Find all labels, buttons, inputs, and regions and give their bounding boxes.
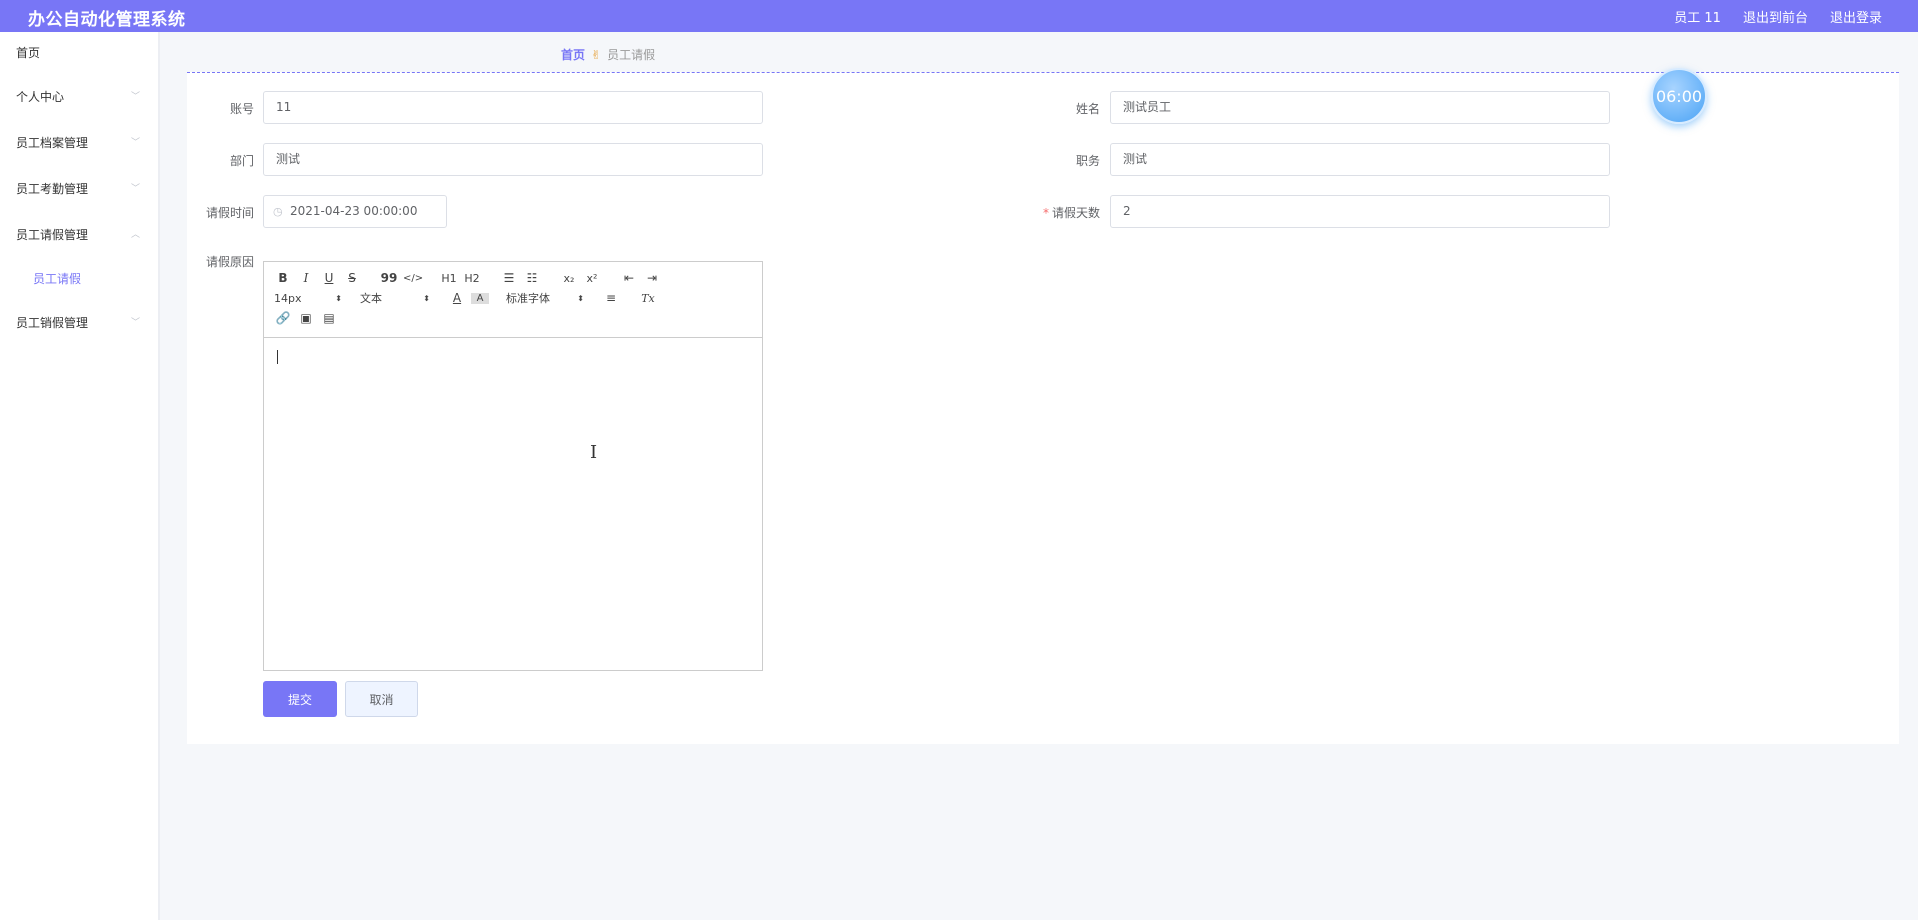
blockquote-button[interactable]: 99 — [380, 271, 398, 285]
sidebar: 首页 个人中心 ﹀ 员工档案管理 ﹀ 员工考勤管理 ﹀ 员工请假管理 ︿ 员工请… — [0, 32, 160, 920]
sidebar-item-label: 员工请假 — [33, 272, 82, 286]
text-cursor-icon: I — [590, 442, 598, 463]
hand-icon: ✌ — [591, 47, 602, 62]
bold-button[interactable]: B — [274, 271, 292, 285]
font-family-select[interactable]: 标准字体 ⬍ — [506, 290, 584, 306]
sidebar-item-home[interactable]: 首页 — [0, 32, 158, 74]
app-title: 办公自动化管理系统 — [28, 10, 186, 30]
chevron-down-icon: ﹀ — [130, 184, 140, 194]
sidebar-item-label: 员工考勤管理 — [16, 182, 89, 196]
sidebar-item-label: 员工档案管理 — [16, 136, 89, 150]
sidebar-item-label: 个人中心 — [16, 90, 65, 104]
header-select-value: 文本 — [360, 292, 382, 305]
rich-text-editor: B I U S 99 </> H1 H2 ☰ ☷ x₂ x² ⇤ ⇥ 14px … — [263, 261, 763, 671]
breadcrumb: 首页 ✌ 员工请假 — [561, 46, 655, 63]
underline-button[interactable]: U — [320, 271, 338, 285]
superscript-button[interactable]: x² — [583, 272, 601, 285]
account-label: 账号 — [229, 102, 254, 116]
editor-toolbar: B I U S 99 </> H1 H2 ☰ ☷ x₂ x² ⇤ ⇥ 14px … — [264, 262, 762, 338]
bullet-list-icon[interactable]: ☷ — [523, 271, 541, 285]
leave-time-value: 2021-04-23 00:00:00 — [290, 204, 418, 218]
ordered-list-icon[interactable]: ☰ — [500, 271, 518, 285]
font-family-value: 标准字体 — [506, 292, 550, 305]
position-field[interactable]: 测试 — [1110, 143, 1610, 176]
department-field[interactable]: 测试 — [263, 143, 763, 176]
countdown-timer[interactable]: 06:00 — [1651, 68, 1707, 124]
select-arrows-icon: ⬍ — [335, 293, 342, 303]
clean-format-button[interactable]: Tx — [639, 292, 657, 305]
image-icon[interactable]: ▣ — [297, 311, 315, 325]
sidebar-item-attendance[interactable]: 员工考勤管理 ﹀ — [0, 166, 158, 212]
required-mark: * — [1042, 206, 1049, 220]
user-label[interactable]: 员工 11 — [1674, 7, 1721, 26]
text-caret — [277, 350, 278, 364]
breadcrumb-home[interactable]: 首页 — [561, 46, 585, 63]
name-field[interactable]: 测试员工 — [1110, 91, 1610, 124]
sidebar-item-employee-leave[interactable]: 员工请假 — [0, 258, 158, 300]
leave-days-label: * 请假天数 — [1042, 206, 1100, 220]
link-icon[interactable]: 🔗 — [274, 311, 292, 325]
sidebar-item-label: 首页 — [16, 46, 41, 60]
sidebar-item-label: 员工销假管理 — [16, 316, 89, 330]
align-icon[interactable]: ≡ — [602, 291, 620, 305]
top-nav-bar: 办公自动化管理系统 员工 11 退出到前台 退出登录 — [0, 0, 1918, 32]
header-1-button[interactable]: H1 — [440, 272, 458, 285]
indent-icon[interactable]: ⇥ — [643, 271, 661, 285]
select-arrows-icon: ⬍ — [577, 293, 584, 303]
font-color-icon[interactable]: A — [448, 291, 466, 305]
editor-content-area[interactable] — [264, 338, 762, 670]
sidebar-item-label: 员工请假管理 — [16, 228, 89, 242]
header-2-button[interactable]: H2 — [463, 272, 481, 285]
chevron-down-icon: ﹀ — [130, 92, 140, 102]
strikethrough-button[interactable]: S — [343, 271, 361, 285]
font-size-value: 14px — [274, 291, 302, 305]
sidebar-item-leave-management[interactable]: 员工请假管理 ︿ — [0, 212, 158, 258]
name-label: 姓名 — [1075, 102, 1100, 116]
subscript-button[interactable]: x₂ — [560, 272, 578, 285]
italic-button[interactable]: I — [297, 271, 315, 285]
leave-time-picker[interactable]: ◷ 2021-04-23 00:00:00 — [263, 195, 447, 228]
background-color-icon[interactable]: A — [471, 292, 489, 304]
leave-days-field[interactable]: 2 — [1110, 195, 1610, 228]
cancel-button[interactable]: 取消 — [345, 681, 418, 717]
leave-time-label: 请假时间 — [205, 206, 254, 220]
sidebar-item-employee-archive[interactable]: 员工档案管理 ﹀ — [0, 120, 158, 166]
exit-to-front-link[interactable]: 退出到前台 — [1743, 7, 1808, 26]
logout-link[interactable]: 退出登录 — [1830, 7, 1882, 26]
account-field[interactable]: 11 — [263, 91, 763, 124]
breadcrumb-current: 员工请假 — [607, 48, 656, 62]
video-icon[interactable]: ▤ — [320, 311, 338, 325]
select-arrows-icon: ⬍ — [423, 293, 430, 303]
submit-button[interactable]: 提交 — [263, 681, 337, 717]
code-block-button[interactable]: </> — [403, 273, 423, 284]
clock-icon: ◷ — [273, 205, 283, 218]
chevron-up-icon: ︿ — [130, 230, 140, 240]
header-select[interactable]: 文本 ⬍ — [360, 290, 430, 306]
sidebar-item-leave-cancel[interactable]: 员工销假管理 ﹀ — [0, 300, 158, 346]
leave-reason-label: 请假原因 — [205, 255, 254, 269]
outdent-icon[interactable]: ⇤ — [620, 271, 638, 285]
position-label: 职务 — [1075, 154, 1100, 168]
sidebar-item-personal-center[interactable]: 个人中心 ﹀ — [0, 74, 158, 120]
chevron-down-icon: ﹀ — [130, 138, 140, 148]
font-size-select[interactable]: 14px ⬍ — [274, 292, 342, 305]
department-label: 部门 — [229, 154, 254, 168]
chevron-down-icon: ﹀ — [130, 318, 140, 328]
